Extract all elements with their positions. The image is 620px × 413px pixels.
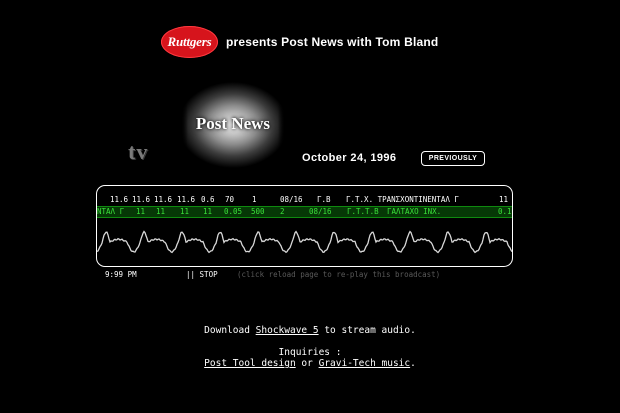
download-suffix: to stream audio. xyxy=(324,325,416,336)
inquiries-label: Inquiries : xyxy=(278,347,342,358)
ticker-cell: 70 xyxy=(225,195,235,204)
header-text: presents Post News with Tom Bland xyxy=(226,35,439,49)
logo-text: Ruttgers xyxy=(167,34,212,49)
download-line: Download Shockwave 5 to stream audio. xyxy=(0,325,620,336)
ticker-cell: 11 xyxy=(499,195,509,204)
ticker-cell: 11.6 xyxy=(154,195,173,204)
broadcast-date: October 24, 1996 xyxy=(302,152,397,164)
post-tool-link[interactable]: Post Tool design xyxy=(204,358,296,369)
gravitech-link[interactable]: Gravi-Tech music xyxy=(319,358,411,369)
ticker-cell: Γ.Τ.Χ. ΤΡΑΝΣΧΟΝΤΙΝΕΝΤΑΛ Γ xyxy=(346,195,459,204)
ticker-cell: 11.6 xyxy=(110,195,129,204)
stop-button[interactable]: || STOP xyxy=(186,270,218,279)
ticker-row-top: 11.6 11.6 11.6 11.6 0.6 70 1 08/16 Γ.Β Γ… xyxy=(97,194,512,205)
ticker-cell: Γ.Β xyxy=(317,195,331,204)
show-title: Post News xyxy=(195,114,271,133)
ticker-cell: 0.6 xyxy=(201,195,215,204)
waveform-line xyxy=(97,230,512,254)
tv-logo: tv xyxy=(128,139,149,164)
shockwave-link[interactable]: Shockwave 5 xyxy=(256,325,319,336)
download-prefix: Download xyxy=(204,325,250,336)
ticker-cell: 11.6 xyxy=(132,195,151,204)
or-text: or xyxy=(301,358,313,369)
ticker-cell: 1 xyxy=(252,195,257,204)
ticker-cell: 08/16 xyxy=(280,195,303,204)
broadcast-time: 9:99 PM xyxy=(105,270,137,279)
audio-waveform xyxy=(97,230,512,254)
replay-hint: (click reload page to re-play this broad… xyxy=(237,270,441,279)
inquiries-links: Post Tool design or Gravi-Tech music. xyxy=(0,358,620,369)
ticker-cell: 11.6 xyxy=(177,195,196,204)
previously-button[interactable]: PREVIOUSLY xyxy=(421,151,485,166)
period: . xyxy=(410,358,416,369)
ruttgers-logo: Ruttgers xyxy=(161,26,218,58)
ticker-panel: 11.6 11.6 11.6 11.6 0.6 70 1 08/16 Γ.Β Γ… xyxy=(96,185,513,267)
